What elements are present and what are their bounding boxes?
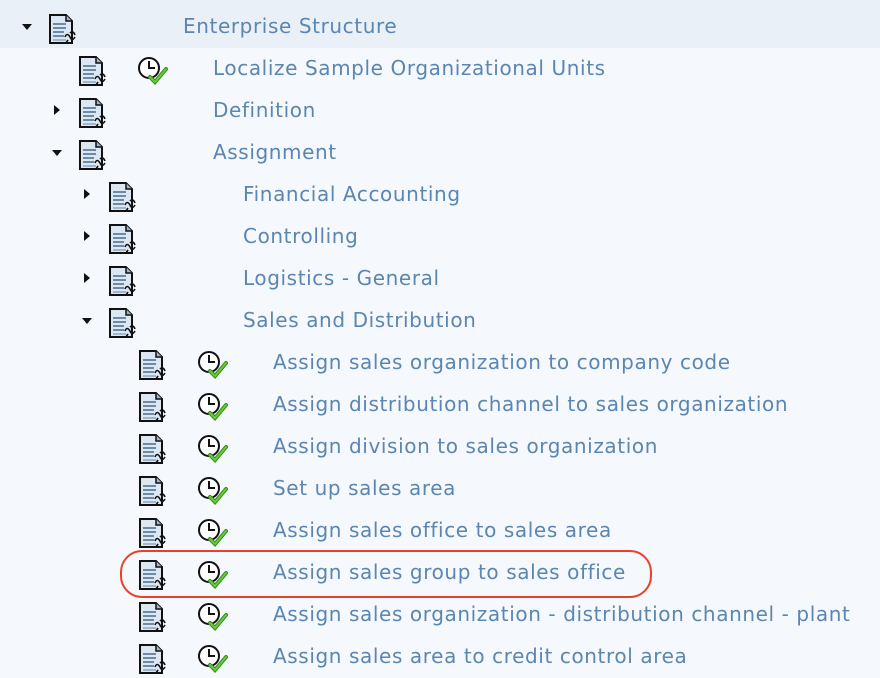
tree-node-label[interactable]: Assignment bbox=[213, 140, 337, 164]
collapse-arrow-icon[interactable] bbox=[80, 314, 94, 328]
documentation-icon[interactable] bbox=[138, 391, 172, 423]
tree-node-label[interactable]: Assign sales office to sales area bbox=[273, 518, 612, 542]
tree-node[interactable]: Assign distribution channel to sales org… bbox=[0, 383, 880, 425]
documentation-icon[interactable] bbox=[78, 97, 112, 129]
tree-node-label[interactable]: Definition bbox=[213, 98, 316, 122]
tree-node[interactable]: Assign sales office to sales area bbox=[0, 509, 880, 551]
collapse-arrow-icon[interactable] bbox=[50, 146, 64, 160]
documentation-icon[interactable] bbox=[138, 559, 172, 591]
documentation-icon[interactable] bbox=[78, 139, 112, 171]
tree-node-label[interactable]: Sales and Distribution bbox=[243, 308, 476, 332]
documentation-icon[interactable] bbox=[78, 55, 112, 87]
expand-arrow-icon[interactable] bbox=[80, 188, 94, 202]
tree-node[interactable]: Controlling bbox=[0, 215, 880, 257]
tree-node-label[interactable]: Assign distribution channel to sales org… bbox=[273, 392, 788, 416]
tree-node-label[interactable]: Set up sales area bbox=[273, 476, 456, 500]
documentation-icon[interactable] bbox=[108, 265, 142, 297]
tree-node[interactable]: Assign sales group to sales office bbox=[0, 551, 880, 593]
documentation-icon[interactable] bbox=[138, 475, 172, 507]
expand-arrow-icon[interactable] bbox=[80, 230, 94, 244]
documentation-icon[interactable] bbox=[138, 601, 172, 633]
documentation-icon[interactable] bbox=[108, 223, 142, 255]
documentation-icon[interactable] bbox=[48, 13, 82, 45]
execute-clock-check-icon[interactable] bbox=[196, 349, 230, 379]
documentation-icon[interactable] bbox=[108, 307, 142, 339]
tree-node-label[interactable]: Assign sales area to credit control area bbox=[273, 644, 687, 668]
tree-node[interactable]: Assign sales area to credit control area bbox=[0, 635, 880, 677]
documentation-icon[interactable] bbox=[108, 181, 142, 213]
execute-clock-check-icon[interactable] bbox=[196, 391, 230, 421]
tree-node-label[interactable]: Logistics - General bbox=[243, 266, 440, 290]
execute-clock-check-icon[interactable] bbox=[136, 55, 170, 85]
tree-node[interactable]: Financial Accounting bbox=[0, 173, 880, 215]
execute-clock-check-icon[interactable] bbox=[196, 601, 230, 631]
execute-clock-check-icon[interactable] bbox=[196, 643, 230, 673]
tree-node-label[interactable]: Enterprise Structure bbox=[183, 14, 397, 38]
execute-clock-check-icon[interactable] bbox=[196, 559, 230, 589]
expand-arrow-icon[interactable] bbox=[80, 272, 94, 286]
tree-node-label[interactable]: Assign sales organization to company cod… bbox=[273, 350, 731, 374]
documentation-icon[interactable] bbox=[138, 643, 172, 675]
documentation-icon[interactable] bbox=[138, 433, 172, 465]
tree-node-label[interactable]: Assign sales organization - distribution… bbox=[273, 602, 850, 626]
tree-node[interactable]: Enterprise Structure bbox=[0, 5, 880, 47]
tree-node[interactable]: Assign division to sales organization bbox=[0, 425, 880, 467]
tree-node-label[interactable]: Controlling bbox=[243, 224, 358, 248]
tree-node[interactable]: Assign sales organization - distribution… bbox=[0, 593, 880, 635]
tree-node[interactable]: Assign sales organization to company cod… bbox=[0, 341, 880, 383]
tree-node[interactable]: Logistics - General bbox=[0, 257, 880, 299]
documentation-icon[interactable] bbox=[138, 517, 172, 549]
tree-node[interactable]: Localize Sample Organizational Units bbox=[0, 47, 880, 89]
tree-node[interactable]: Definition bbox=[0, 89, 880, 131]
collapse-arrow-icon[interactable] bbox=[20, 20, 34, 34]
tree-node-label[interactable]: Localize Sample Organizational Units bbox=[213, 56, 606, 80]
execute-clock-check-icon[interactable] bbox=[196, 517, 230, 547]
tree-node-label[interactable]: Assign sales group to sales office bbox=[273, 560, 626, 584]
execute-clock-check-icon[interactable] bbox=[196, 433, 230, 463]
tree-node-label[interactable]: Assign division to sales organization bbox=[273, 434, 658, 458]
expand-arrow-icon[interactable] bbox=[50, 104, 64, 118]
documentation-icon[interactable] bbox=[138, 349, 172, 381]
tree-node-label[interactable]: Financial Accounting bbox=[243, 182, 461, 206]
tree-node[interactable]: Assignment bbox=[0, 131, 880, 173]
tree-node[interactable]: Sales and Distribution bbox=[0, 299, 880, 341]
tree-node[interactable]: Set up sales area bbox=[0, 467, 880, 509]
execute-clock-check-icon[interactable] bbox=[196, 475, 230, 505]
